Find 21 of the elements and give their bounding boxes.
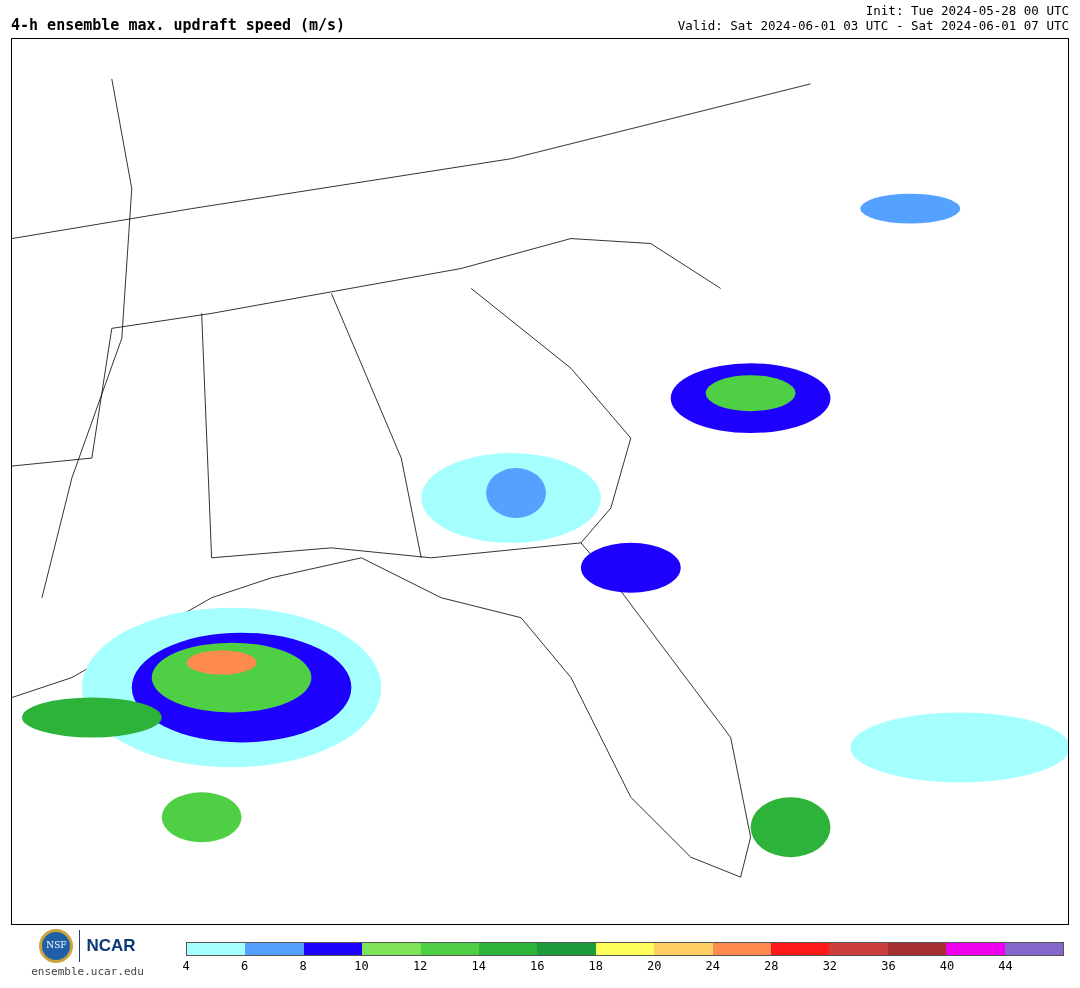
- colorbar-tick-label: 40: [939, 960, 955, 972]
- valid-time: Valid: Sat 2024-06-01 03 UTC - Sat 2024-06-01 07 UTC: [677, 18, 1069, 33]
- colorbar-tick-label: 18: [588, 960, 603, 972]
- colorbar-tick-label: 36: [881, 960, 896, 972]
- ncar-logo: NCAR: [86, 935, 136, 958]
- init-time: Init: Tue 2024-05-28 00 UTC: [865, 3, 1069, 18]
- colorbar-tick-label: 10: [354, 960, 369, 972]
- nsf-logo: NSF: [39, 929, 74, 963]
- colorbar-tick-label: 24: [705, 960, 720, 972]
- colorbar-tick-label: 44: [998, 960, 1013, 972]
- chart-title: 4-h ensemble max. updraft speed (m/s): [11, 18, 346, 33]
- website-url: ensemble.ucar.edu: [31, 964, 144, 980]
- colorbar-tick-label: 14: [471, 960, 486, 972]
- colorbar-tick-label: 28: [764, 960, 779, 972]
- colorbar-tick-label: 6: [240, 960, 249, 972]
- colorbar-tick-label: 20: [647, 960, 662, 972]
- colorbar-tick-label: 32: [822, 960, 838, 972]
- colorbar-tick-label: 16: [529, 960, 545, 972]
- colorbar-tick-label: 12: [412, 960, 428, 972]
- colorbar-tick-label: 8: [299, 960, 307, 972]
- colorbar-tick-label: 4: [182, 960, 190, 972]
